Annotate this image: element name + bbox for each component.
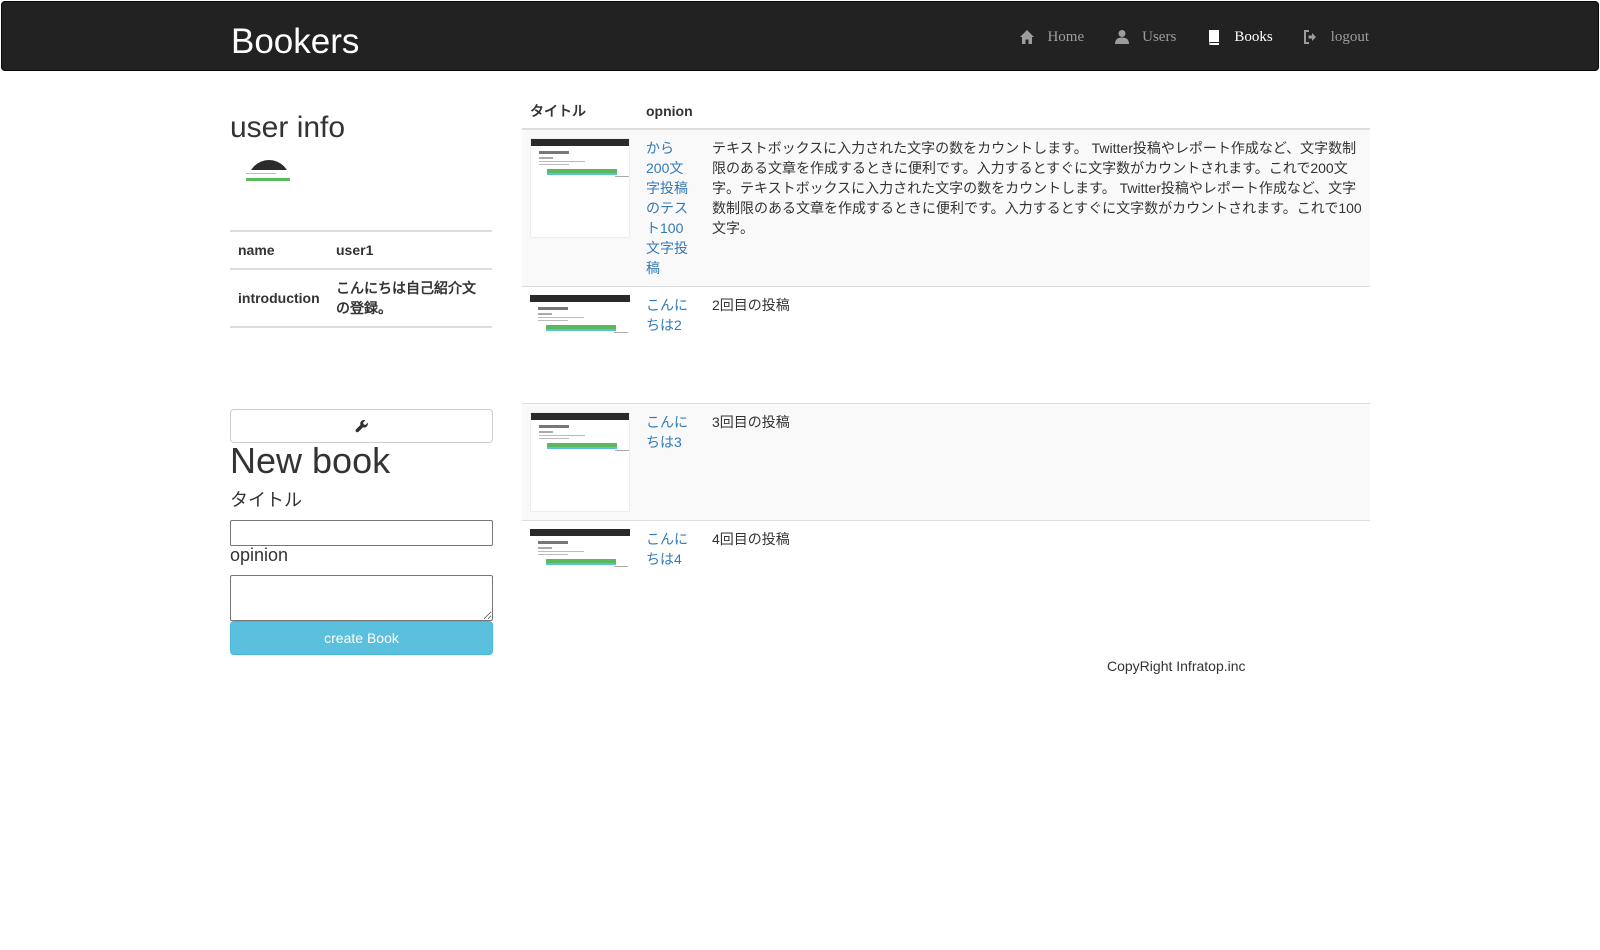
book-thumbnail[interactable] <box>530 295 630 333</box>
user-info-table: name user1 introduction こんにちは自己紹介文の登録。 <box>230 230 492 328</box>
nav-item-label: logout <box>1330 28 1369 45</box>
nav-item-books[interactable]: Books <box>1206 28 1273 46</box>
info-value-name: user1 <box>328 230 492 269</box>
book-thumbnail[interactable] <box>530 412 630 512</box>
nav-menu: Home Users Books logout <box>989 2 1369 72</box>
user-icon <box>1114 29 1130 45</box>
copyright-text: CopyRight Infratop.inc <box>1107 658 1246 674</box>
nav-item-label: Home <box>1047 28 1085 45</box>
avatar <box>240 160 298 186</box>
home-icon <box>1019 29 1035 45</box>
book-opinion: 2回目の投稿 <box>704 286 1370 404</box>
create-book-button[interactable]: create Book <box>230 621 493 655</box>
table-row: から200文字投稿のテスト100文字投稿 テキストボックスに入力された文字の数を… <box>522 128 1370 287</box>
new-book-heading: New book <box>230 440 391 481</box>
books-table: タイトル opnion から200文字投稿のテスト100文字投稿 テキストボック… <box>522 94 1370 581</box>
book-title-link[interactable]: こんにちは2 <box>646 297 688 333</box>
edit-profile-button[interactable] <box>230 409 493 443</box>
title-input[interactable] <box>230 520 493 546</box>
table-row: こんにちは3 3回目の投稿 <box>522 403 1370 521</box>
table-row: こんにちは4 4回目の投稿 <box>522 520 1370 581</box>
nav-item-home[interactable]: Home <box>1019 29 1084 46</box>
table-row: introduction こんにちは自己紹介文の登録。 <box>230 268 492 328</box>
nav-item-label: Books <box>1234 28 1273 45</box>
user-info-heading: user info <box>230 111 346 144</box>
nav-item-users[interactable]: Users <box>1114 29 1176 46</box>
column-header-opinion: opnion <box>638 94 704 130</box>
column-header-title: タイトル <box>522 94 638 130</box>
book-opinion: 3回目の投稿 <box>704 403 1370 521</box>
column-header-blank <box>704 94 1370 130</box>
book-thumbnail[interactable] <box>530 138 630 238</box>
opinion-textarea[interactable] <box>230 575 493 621</box>
brand-logo[interactable]: Bookers <box>231 18 359 66</box>
wrench-icon <box>355 419 369 433</box>
book-title-link[interactable]: こんにちは3 <box>646 414 688 450</box>
book-title-link[interactable]: こんにちは4 <box>646 531 688 567</box>
table-row: こんにちは2 2回目の投稿 <box>522 286 1370 404</box>
book-opinion: テキストボックスに入力された文字の数をカウントします。 Twitter投稿やレポ… <box>704 128 1370 287</box>
info-key-introduction: introduction <box>230 268 328 328</box>
table-row: name user1 <box>230 230 492 269</box>
book-opinion: 4回目の投稿 <box>704 520 1370 581</box>
nav-item-label: Users <box>1142 28 1177 45</box>
logout-icon <box>1303 29 1319 45</box>
opinion-label: opinion <box>230 545 289 565</box>
title-label: タイトル <box>230 490 302 510</box>
info-value-introduction: こんにちは自己紹介文の登録。 <box>328 268 492 328</box>
book-thumbnail[interactable] <box>530 529 630 567</box>
book-icon <box>1206 29 1222 45</box>
info-key-name: name <box>230 230 328 269</box>
table-header-row: タイトル opnion <box>522 94 1370 130</box>
navbar: Bookers Home Users Books logout <box>1 1 1599 71</box>
nav-item-logout[interactable]: logout <box>1303 29 1369 46</box>
book-title-link[interactable]: から200文字投稿のテスト100文字投稿 <box>646 140 688 276</box>
